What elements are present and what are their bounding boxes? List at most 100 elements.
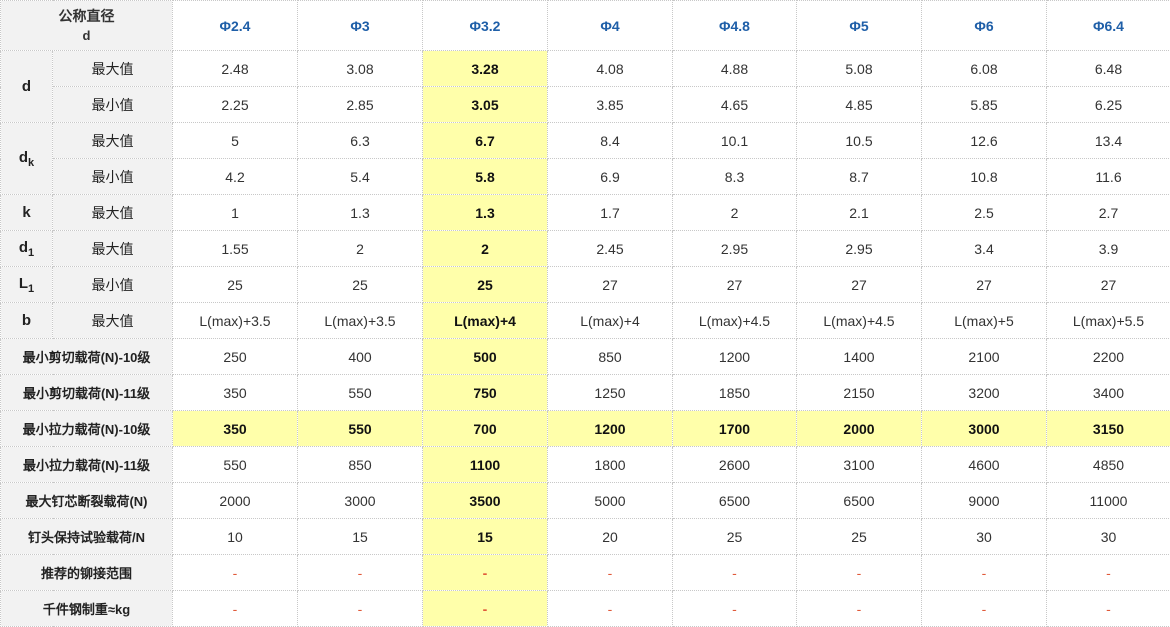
value-cell: 5.4 xyxy=(298,159,423,195)
value-cell: 4.2 xyxy=(173,159,298,195)
value-cell: 4.85 xyxy=(797,87,922,123)
value-cell: L(max)+4.5 xyxy=(797,303,922,339)
value-cell: 550 xyxy=(173,447,298,483)
parameter-symbol: d xyxy=(1,51,53,123)
value-cell: 2 xyxy=(673,195,797,231)
value-cell: - xyxy=(173,555,298,591)
value-cell: 2.95 xyxy=(673,231,797,267)
property-label: 最小拉力载荷(N)-11级 xyxy=(1,447,173,483)
value-cell: 2 xyxy=(298,231,423,267)
property-label: 最大钉芯断裂载荷(N) xyxy=(1,483,173,519)
value-cell: L(max)+4.5 xyxy=(673,303,797,339)
value-cell: 6.9 xyxy=(548,159,673,195)
value-cell: 3100 xyxy=(797,447,922,483)
table-row: 千件钢制重≈kg-------- xyxy=(1,591,1170,627)
value-cell: - xyxy=(298,555,423,591)
value-cell: 6.48 xyxy=(1047,51,1170,87)
property-label: 推荐的铆接范围 xyxy=(1,555,173,591)
value-cell: 2000 xyxy=(173,483,298,519)
table-row: 最小值4.25.45.86.98.38.710.811.6 xyxy=(1,159,1170,195)
value-cell: 27 xyxy=(548,267,673,303)
parameter-symbol: d1 xyxy=(1,231,53,267)
value-cell: 27 xyxy=(922,267,1047,303)
value-cell: - xyxy=(548,555,673,591)
value-cell: 6500 xyxy=(797,483,922,519)
value-cell: 5.08 xyxy=(797,51,922,87)
value-cell: 350 xyxy=(173,411,298,447)
value-cell: 750 xyxy=(423,375,548,411)
value-cell: - xyxy=(1047,591,1170,627)
value-cell: 13.4 xyxy=(1047,123,1170,159)
table-row: d1最大值1.55222.452.952.953.43.9 xyxy=(1,231,1170,267)
value-cell: 850 xyxy=(298,447,423,483)
value-cell: 6500 xyxy=(673,483,797,519)
value-cell: 2.85 xyxy=(298,87,423,123)
parameter-symbol: k xyxy=(1,195,53,231)
symbol-text: d xyxy=(19,239,28,256)
parameter-symbol: dk xyxy=(1,123,53,195)
value-cell: - xyxy=(797,591,922,627)
property-label: 最小剪切载荷(N)-10级 xyxy=(1,339,173,375)
value-cell: 700 xyxy=(423,411,548,447)
header-title: 公称直径 xyxy=(1,6,172,26)
table-row: 最大钉芯断裂载荷(N)20003000350050006500650090001… xyxy=(1,483,1170,519)
symbol-text: d xyxy=(19,149,28,166)
value-cell: 25 xyxy=(673,519,797,555)
value-cell: 25 xyxy=(298,267,423,303)
table-row: d最大值2.483.083.284.084.885.086.086.48 xyxy=(1,51,1170,87)
table-row: 推荐的铆接范围-------- xyxy=(1,555,1170,591)
value-cell: 4.08 xyxy=(548,51,673,87)
value-cell: 30 xyxy=(1047,519,1170,555)
value-cell: - xyxy=(1047,555,1170,591)
value-cell: 27 xyxy=(797,267,922,303)
header-title-symbol: d xyxy=(1,26,172,46)
value-cell: 5.85 xyxy=(922,87,1047,123)
value-cell: 2200 xyxy=(1047,339,1170,375)
property-label: 最小剪切载荷(N)-11级 xyxy=(1,375,173,411)
value-cell: 1.55 xyxy=(173,231,298,267)
symbol-text: d xyxy=(22,78,31,95)
limit-label: 最大值 xyxy=(53,303,173,339)
value-cell: 3400 xyxy=(1047,375,1170,411)
value-cell: 1850 xyxy=(673,375,797,411)
value-cell: 27 xyxy=(1047,267,1170,303)
column-header: Φ5 xyxy=(797,1,922,51)
value-cell: 1250 xyxy=(548,375,673,411)
value-cell: 5.8 xyxy=(423,159,548,195)
value-cell: 850 xyxy=(548,339,673,375)
nominal-diameter-header: 公称直径 d xyxy=(1,1,173,51)
value-cell: 30 xyxy=(922,519,1047,555)
header-row: 公称直径 d Φ2.4 Φ3 Φ3.2 Φ4 Φ4.8 Φ5 Φ6 Φ6.4 xyxy=(1,1,1170,51)
value-cell: 6.7 xyxy=(423,123,548,159)
value-cell: 2.25 xyxy=(173,87,298,123)
limit-label: 最大值 xyxy=(53,123,173,159)
value-cell: 8.3 xyxy=(673,159,797,195)
symbol-text: b xyxy=(22,312,31,329)
limit-label: 最大值 xyxy=(53,195,173,231)
value-cell: 4.88 xyxy=(673,51,797,87)
column-header: Φ2.4 xyxy=(173,1,298,51)
value-cell: - xyxy=(673,555,797,591)
value-cell: 2000 xyxy=(797,411,922,447)
value-cell: - xyxy=(173,591,298,627)
property-label: 钉头保持试验载荷/N xyxy=(1,519,173,555)
value-cell: 3150 xyxy=(1047,411,1170,447)
parameter-symbol: L1 xyxy=(1,267,53,303)
value-cell: 10.1 xyxy=(673,123,797,159)
value-cell: L(max)+4 xyxy=(548,303,673,339)
value-cell: 500 xyxy=(423,339,548,375)
value-cell: 1.7 xyxy=(548,195,673,231)
table-row: 最小拉力载荷(N)-10级350550700120017002000300031… xyxy=(1,411,1170,447)
value-cell: 3000 xyxy=(298,483,423,519)
value-cell: 6.3 xyxy=(298,123,423,159)
value-cell: 2.7 xyxy=(1047,195,1170,231)
value-cell: 3.28 xyxy=(423,51,548,87)
value-cell: 27 xyxy=(673,267,797,303)
value-cell: - xyxy=(797,555,922,591)
limit-label: 最小值 xyxy=(53,267,173,303)
value-cell: 3.9 xyxy=(1047,231,1170,267)
value-cell: 11.6 xyxy=(1047,159,1170,195)
column-header: Φ4.8 xyxy=(673,1,797,51)
value-cell: 25 xyxy=(797,519,922,555)
value-cell: 3.05 xyxy=(423,87,548,123)
